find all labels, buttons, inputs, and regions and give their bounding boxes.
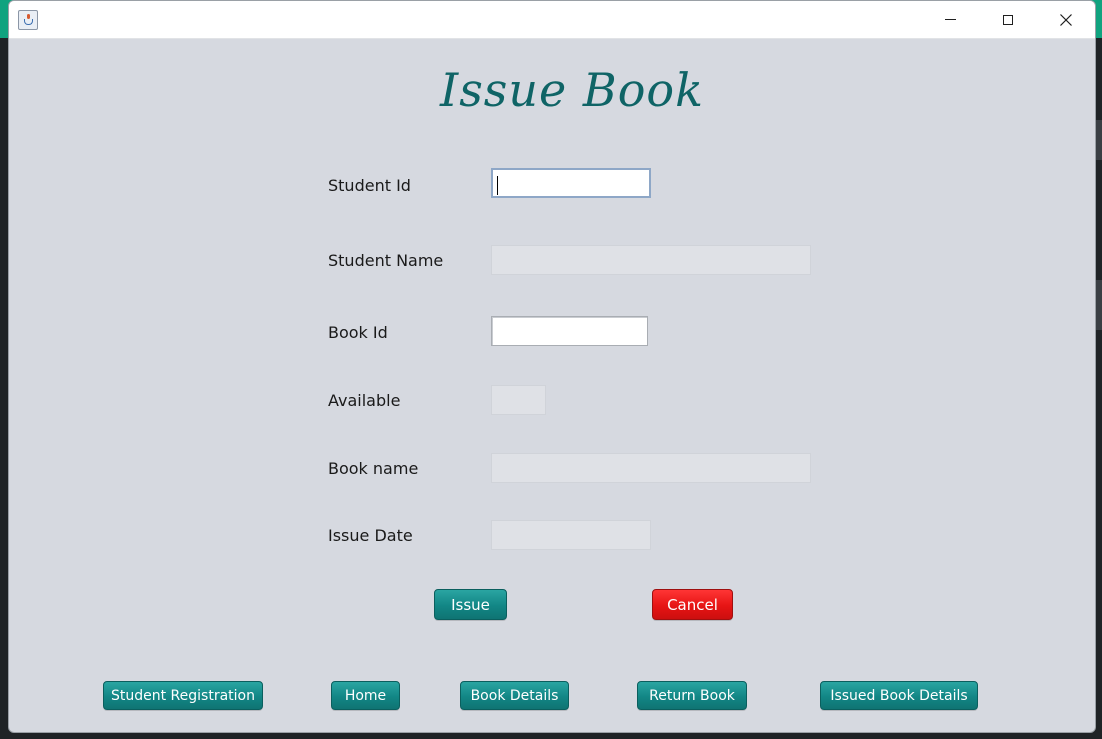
book-name-field xyxy=(491,453,811,483)
issue-date-label: Issue Date xyxy=(328,526,413,545)
maximize-button[interactable] xyxy=(979,1,1037,38)
issued-book-details-button[interactable]: Issued Book Details xyxy=(820,681,978,710)
text-caret xyxy=(497,176,498,195)
issue-book-window: Issue Book Student Id Student Name Book … xyxy=(8,0,1096,733)
issue-button[interactable]: Issue xyxy=(434,589,507,620)
minimize-button[interactable] xyxy=(921,1,979,38)
book-name-label: Book name xyxy=(328,459,419,478)
book-id-input[interactable] xyxy=(491,316,648,346)
book-details-button[interactable]: Book Details xyxy=(460,681,569,710)
student-name-label: Student Name xyxy=(328,251,444,270)
title-bar[interactable] xyxy=(9,1,1095,39)
close-button[interactable] xyxy=(1037,1,1095,38)
java-app-icon[interactable] xyxy=(18,10,38,30)
cup-shape xyxy=(24,19,33,25)
available-field xyxy=(491,385,546,415)
book-id-label: Book Id xyxy=(328,323,388,342)
cancel-button[interactable]: Cancel xyxy=(652,589,733,620)
maximize-icon xyxy=(1003,14,1013,25)
close-icon xyxy=(1060,13,1072,26)
available-label: Available xyxy=(328,391,401,410)
student-id-label: Student Id xyxy=(328,176,411,195)
student-id-input[interactable] xyxy=(491,168,651,198)
issue-date-field xyxy=(491,520,651,550)
student-registration-button[interactable]: Student Registration xyxy=(103,681,263,710)
minimize-icon xyxy=(944,19,956,20)
return-book-button[interactable]: Return Book xyxy=(637,681,747,710)
page-title: Issue Book xyxy=(440,63,704,117)
home-button[interactable]: Home xyxy=(331,681,400,710)
student-name-field xyxy=(491,245,811,275)
